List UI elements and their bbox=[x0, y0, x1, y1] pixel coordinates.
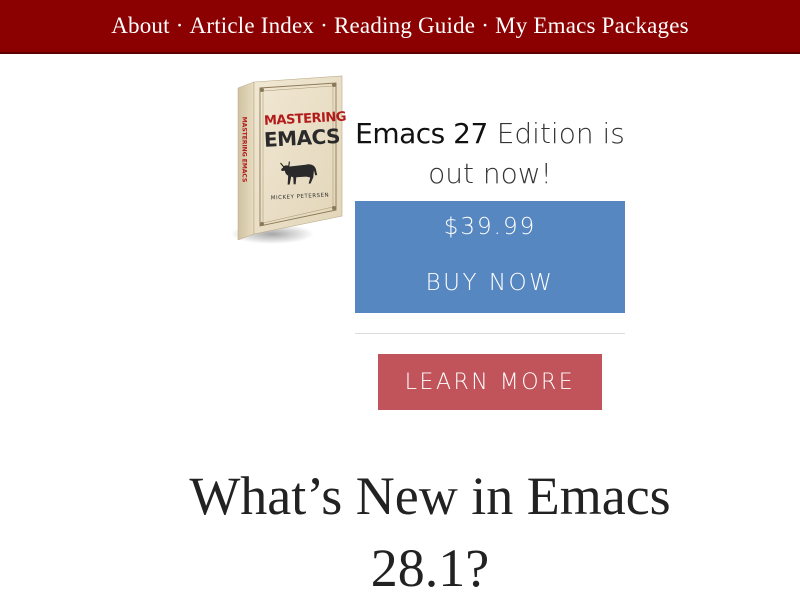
nav-separator: · bbox=[175, 13, 184, 38]
main-nav: About · Article Index · Reading Guide · … bbox=[111, 13, 689, 39]
nav-link-article-index[interactable]: Article Index bbox=[190, 13, 315, 39]
nav-separator: · bbox=[320, 13, 328, 38]
promo-edition-name: Emacs 27 bbox=[355, 117, 488, 150]
bull-icon bbox=[280, 161, 318, 185]
article-title: What’s New in Emacs 28.1? bbox=[189, 466, 671, 598]
promo-divider bbox=[355, 333, 625, 334]
nav-link-about[interactable]: About bbox=[111, 13, 170, 39]
top-navigation-bar: About · Article Index · Reading Guide · … bbox=[0, 0, 800, 54]
nav-separator: · bbox=[481, 13, 490, 38]
buy-now-label: BUY NOW bbox=[425, 270, 555, 296]
nav-link-reading-guide[interactable]: Reading Guide bbox=[334, 13, 475, 39]
book-title-line2: EMACS bbox=[263, 123, 341, 152]
book-spine-text: MASTERING EMACS bbox=[240, 116, 248, 183]
book-price: $39.99 bbox=[443, 214, 537, 240]
promo-headline: Emacs 27 Edition is out now! bbox=[355, 114, 625, 194]
learn-more-button[interactable]: LEARN MORE bbox=[378, 354, 602, 410]
book-cover-image[interactable]: MASTERING EMACS MICKEY PETERSEN MASTERIN… bbox=[232, 74, 348, 246]
nav-link-my-emacs-packages[interactable]: My Emacs Packages bbox=[495, 13, 689, 39]
buy-now-button[interactable]: $39.99 BUY NOW bbox=[355, 201, 625, 313]
